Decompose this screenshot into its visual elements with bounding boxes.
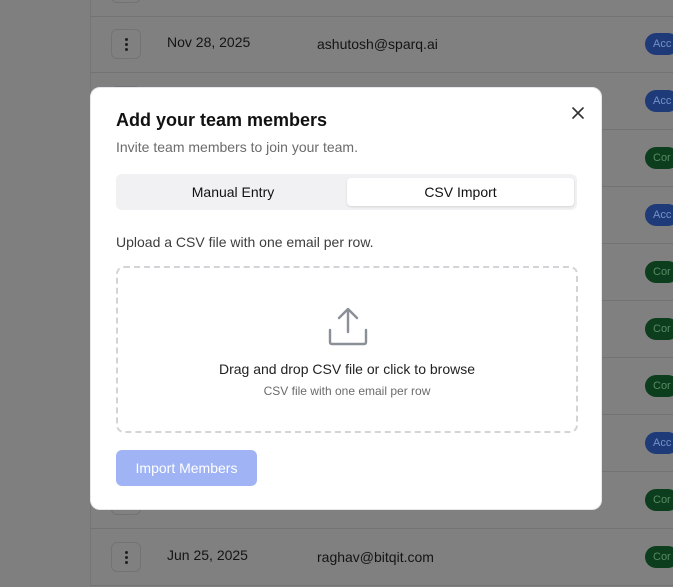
dropzone-sub-text: CSV file with one email per row xyxy=(263,384,431,398)
tab-csv-import[interactable]: CSV Import xyxy=(347,178,574,206)
upload-icon xyxy=(328,307,368,346)
import-members-button[interactable]: Import Members xyxy=(116,450,257,486)
entry-mode-tabs: Manual Entry CSV Import xyxy=(116,174,577,210)
row-menu-button[interactable] xyxy=(111,29,141,59)
tab-manual-entry[interactable]: Manual Entry xyxy=(120,178,346,206)
status-badge: Cor xyxy=(645,318,673,340)
close-icon xyxy=(572,107,584,119)
status-badge: Acc xyxy=(645,432,673,454)
add-members-dialog: Add your team members Invite team member… xyxy=(90,87,602,510)
status-badge: Acc xyxy=(645,90,673,112)
close-button[interactable] xyxy=(569,104,587,122)
row-date: Nov 28, 2025 xyxy=(167,34,251,50)
csv-dropzone[interactable]: Drag and drop CSV file or click to brows… xyxy=(116,266,578,433)
row-email: raghav@bitqit.com xyxy=(317,549,434,565)
status-badge: Acc xyxy=(645,33,673,55)
row-menu-button[interactable] xyxy=(111,542,141,572)
table-row: Jun 25, 2025 raghav@bitqit.com Cor xyxy=(91,529,673,586)
table-row: Nov 28, 2025 ashutosh@sparq.ai Acc xyxy=(91,16,673,73)
table-row xyxy=(91,0,673,17)
status-badge: Cor xyxy=(645,375,673,397)
dialog-title: Add your team members xyxy=(116,110,328,130)
sidebar-overlay xyxy=(0,0,90,587)
row-menu-button[interactable] xyxy=(111,0,141,3)
more-vertical-icon xyxy=(124,550,128,565)
status-badge: Cor xyxy=(645,147,673,169)
row-email: ashutosh@sparq.ai xyxy=(317,36,438,52)
status-badge: Acc xyxy=(645,204,673,226)
more-vertical-icon xyxy=(124,37,128,52)
upload-instructions: Upload a CSV file with one email per row… xyxy=(116,234,374,250)
row-date: Jun 25, 2025 xyxy=(167,547,248,563)
dropzone-main-text: Drag and drop CSV file or click to brows… xyxy=(219,361,475,377)
status-badge: Cor xyxy=(645,261,673,283)
status-badge: Cor xyxy=(645,489,673,511)
dialog-subtitle: Invite team members to join your team. xyxy=(116,139,358,155)
status-badge: Cor xyxy=(645,546,673,568)
